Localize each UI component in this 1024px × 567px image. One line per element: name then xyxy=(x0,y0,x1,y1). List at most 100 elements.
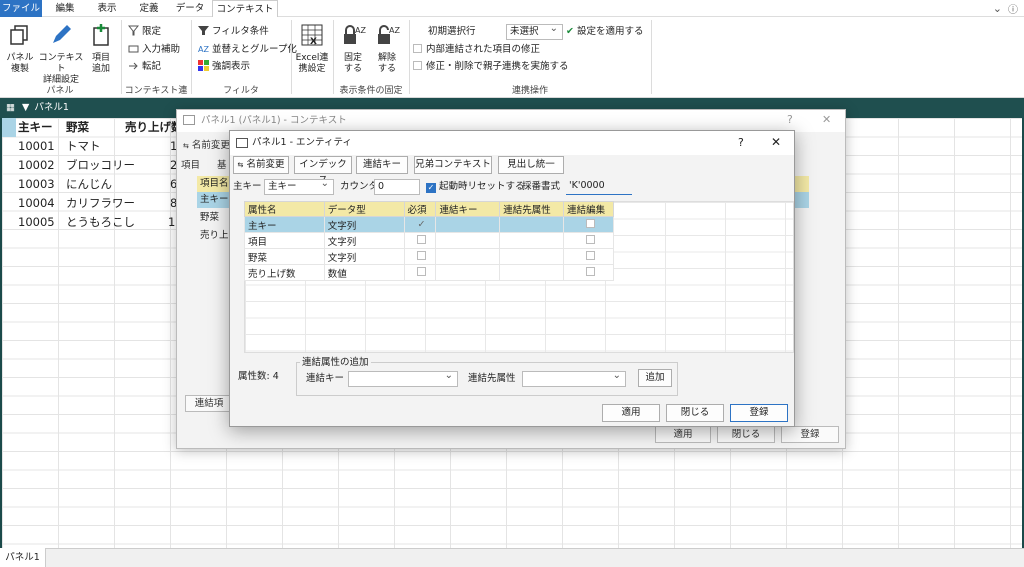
cell-key[interactable]: 10001 xyxy=(18,137,55,156)
cell-key[interactable]: 10005 xyxy=(18,213,55,232)
help-icon[interactable]: ? xyxy=(787,113,793,126)
initial-row-label: 初期選択行 xyxy=(428,26,476,37)
ctx-register-button[interactable]: 登録 xyxy=(781,426,839,443)
sheet-tab-panel1[interactable]: パネル1 xyxy=(0,548,46,567)
sheet-tab-bar xyxy=(0,548,1024,567)
ctx-apply-button[interactable]: 適用 xyxy=(655,426,711,443)
counter-label: カウンタ xyxy=(340,181,379,192)
entity-dialog-title: パネル1 - エンティティ xyxy=(230,131,794,155)
input-assist-button[interactable]: 入力補助 xyxy=(128,43,180,57)
link-target-select[interactable] xyxy=(522,369,626,387)
context-detail-button[interactable]: コンテキスト 詳細設定 xyxy=(38,23,84,86)
transcribe-button[interactable]: 転記 xyxy=(128,60,161,74)
auto-reset-checkbox[interactable]: ✓ 起動時リセットする xyxy=(426,179,525,195)
close-button[interactable]: 閉じる xyxy=(666,404,724,422)
index-button[interactable]: インデックス xyxy=(294,156,352,186)
tab-basic[interactable]: 基 xyxy=(217,157,227,171)
link-edit-checkbox[interactable] xyxy=(563,232,614,249)
group-link-label: 連携操作 xyxy=(511,86,548,96)
tab-define[interactable]: 定義 xyxy=(132,0,166,17)
filter-condition-button[interactable]: フィルタ条件 xyxy=(198,25,269,39)
numbering-label: 採番書式 xyxy=(522,181,561,192)
tab-view[interactable]: 表示 xyxy=(90,0,124,17)
item-add-label: 項目 追加 xyxy=(91,53,110,74)
highlight-button[interactable]: 強調表示 xyxy=(198,60,250,74)
link-target-label: 連結先属性 xyxy=(468,373,516,384)
group-fix-label: 表示条件の固定 xyxy=(339,86,403,96)
unfix-label: 解除 する xyxy=(377,53,396,74)
collapse-triangle-icon[interactable]: ▼ xyxy=(22,102,29,113)
key-label: 主キー xyxy=(233,181,262,192)
info-icon[interactable]: ⓘ xyxy=(1008,1,1018,16)
ribbon: パネル 複製 コンテキスト 詳細設定 項目 追加 パネル 限定 入力補助 転記 … xyxy=(0,17,1024,109)
panel-copy-label: パネル 複製 xyxy=(6,53,34,74)
excel-link-button[interactable]: X Excel連 携設定 xyxy=(292,23,332,75)
cell-veg[interactable]: とうもろこし xyxy=(66,213,135,232)
link-item-button[interactable]: 連結項 xyxy=(185,395,233,412)
tab-context[interactable]: コンテキスト xyxy=(212,0,278,17)
required-checkbox[interactable] xyxy=(403,264,437,281)
cell-veg[interactable]: トマト xyxy=(66,137,101,156)
table-row[interactable]: 主キー 文字列 ✓ xyxy=(244,216,614,233)
collapse-ribbon-icon[interactable]: ⌄ xyxy=(993,2,1002,15)
ctx-close-button[interactable]: 閉じる xyxy=(717,426,775,443)
apply-setting-button[interactable]: ✔ 設定を適用する xyxy=(566,25,643,39)
cell-key[interactable]: 10003 xyxy=(18,175,55,194)
panel-copy-button[interactable]: パネル 複製 xyxy=(4,23,36,75)
context-rename-button[interactable]: ⇆ 名前変更 xyxy=(183,137,230,151)
numbering-input[interactable]: 'K'0000 xyxy=(566,179,632,195)
attribute-table[interactable]: 属性名 データ型 必須 連結キー 連結先属性 連結編集 主キー 文字列 ✓ 項目… xyxy=(244,201,614,281)
header-vegetable[interactable]: 野菜 xyxy=(66,118,89,137)
link-edit-checkbox[interactable] xyxy=(563,248,614,265)
required-checkbox[interactable] xyxy=(403,248,437,265)
tab-data[interactable]: データ xyxy=(172,0,208,17)
cell-veg[interactable]: にんじん xyxy=(66,175,112,194)
register-button[interactable]: 登録 xyxy=(730,404,788,422)
sort-group-button[interactable]: AZ 並替えとグループ化 xyxy=(198,43,297,57)
required-checkbox[interactable] xyxy=(403,232,437,249)
link-key-label: 連結キー xyxy=(306,373,345,384)
cell-key[interactable]: 10004 xyxy=(18,194,55,213)
parent-child-checkbox[interactable]: 修正・削除で親子連携を実施する xyxy=(413,60,569,74)
header-primary-key[interactable]: 主キー xyxy=(18,118,53,137)
internal-fix-checkbox[interactable]: 内部連結された項目の修正 xyxy=(413,43,540,57)
heading-unify-button[interactable]: 見出し統一 xyxy=(498,156,564,174)
initial-row-select[interactable]: 未選択 xyxy=(506,22,563,40)
link-edit-checkbox[interactable] xyxy=(563,264,614,281)
limit-icon xyxy=(127,25,140,36)
cell-veg[interactable]: カリフラワー xyxy=(66,194,135,213)
fix-button[interactable]: AZ 固定 する xyxy=(338,23,368,75)
sibling-context-button[interactable]: 兄弟コンテキスト xyxy=(414,156,492,174)
window-icon xyxy=(183,115,195,125)
link-key-button[interactable]: 連結キー xyxy=(356,156,408,174)
rename-button[interactable]: ⇆ 名前変更 xyxy=(233,156,289,174)
table-row[interactable]: 売り上げ数 数値 xyxy=(244,264,614,281)
ctx-row[interactable]: 野菜 xyxy=(197,209,219,223)
entity-dialog: パネル1 - エンティティ ? ✕ ⇆ 名前変更 インデックス 連結キー 兄弟コ… xyxy=(229,130,795,427)
tab-file[interactable]: ファイル xyxy=(0,0,42,17)
tab-items[interactable]: 項目 xyxy=(181,157,200,171)
grid-menu-icon[interactable]: ▦ xyxy=(6,102,15,113)
required-checkbox[interactable]: ✓ xyxy=(403,216,437,233)
header-sales[interactable]: 売り上げ数 xyxy=(125,118,183,137)
item-add-button[interactable]: 項目 追加 xyxy=(86,23,116,75)
group-panel-label: パネル xyxy=(46,86,74,96)
key-select[interactable]: 主キー xyxy=(264,177,334,195)
unfix-button[interactable]: AZ 解除 する xyxy=(372,23,402,75)
table-row[interactable]: 項目 文字列 xyxy=(244,232,614,249)
apply-button[interactable]: 適用 xyxy=(602,404,660,422)
ctx-row[interactable]: 売り上 xyxy=(197,227,229,241)
limit-button[interactable]: 限定 xyxy=(127,25,161,39)
cell-veg[interactable]: ブロッコリー xyxy=(66,156,135,175)
help-icon[interactable]: ? xyxy=(738,136,744,149)
add-button[interactable]: 追加 xyxy=(638,369,672,387)
tab-edit[interactable]: 編集 xyxy=(48,0,82,17)
link-edit-checkbox[interactable] xyxy=(563,216,614,233)
close-icon[interactable]: ✕ xyxy=(771,135,781,149)
close-icon[interactable]: ✕ xyxy=(822,113,831,126)
table-row[interactable]: 野菜 文字列 xyxy=(244,248,614,265)
link-key-select[interactable] xyxy=(348,369,458,387)
counter-input[interactable]: 0 xyxy=(374,179,420,195)
check-icon: ✓ xyxy=(417,219,426,230)
cell-key[interactable]: 10002 xyxy=(18,156,55,175)
